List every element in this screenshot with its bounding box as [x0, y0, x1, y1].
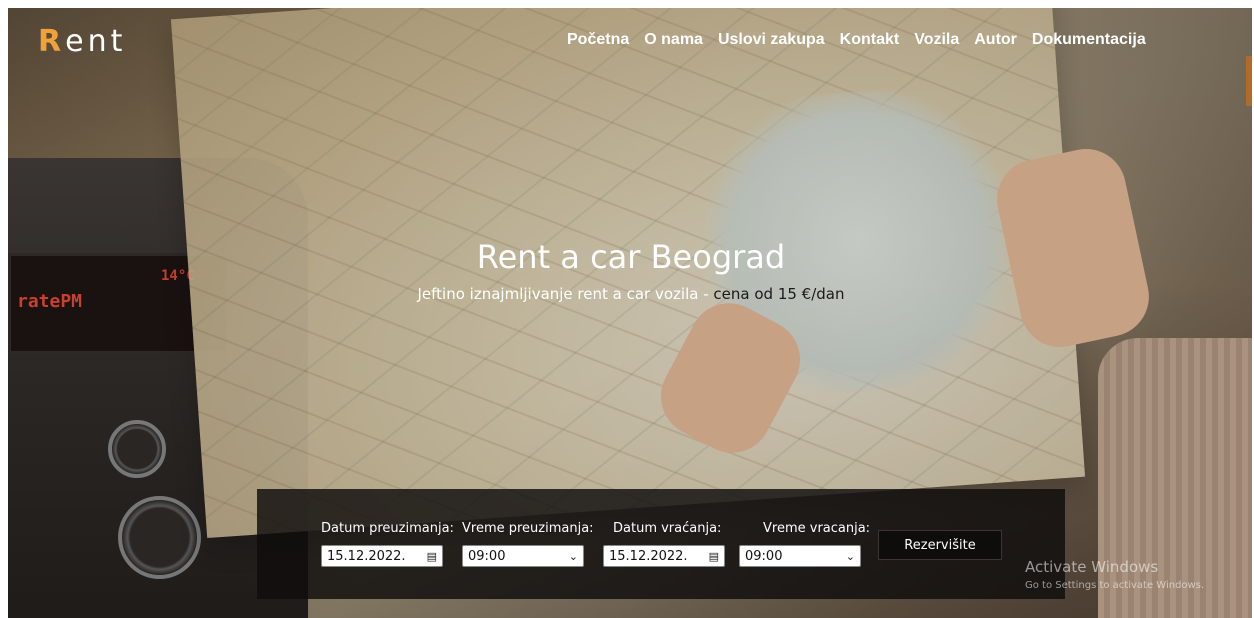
- nav-autor[interactable]: Autor: [974, 31, 1017, 49]
- return-time-value: 09:00: [745, 548, 783, 564]
- return-date-label: Datum vraćanja:: [613, 521, 722, 536]
- hero-price: cena od 15 €/dan: [713, 285, 845, 303]
- nav-o-nama[interactable]: O nama: [644, 31, 703, 49]
- pickup-time-label: Vreme preuzimanja:: [462, 521, 594, 536]
- hero-subtitle: Jeftino iznajmljivanje rent a car vozila…: [0, 285, 1254, 303]
- calendar-icon[interactable]: ▤: [709, 550, 719, 563]
- logo-text: ent: [65, 24, 127, 59]
- logo-initial: R: [38, 24, 66, 59]
- booking-form: Datum preuzimanja: 15.12.2022. ▤ Vreme p…: [257, 489, 1065, 599]
- pickup-time-value: 09:00: [468, 548, 506, 564]
- scroll-accent: [1246, 56, 1252, 106]
- dashboard-knob: [118, 496, 201, 579]
- return-time-label: Vreme vracanja:: [763, 521, 871, 536]
- nav-pocetna[interactable]: Početna: [567, 31, 629, 49]
- pickup-date-input[interactable]: 15.12.2022. ▤: [321, 545, 443, 567]
- chevron-down-icon: ⌄: [568, 549, 578, 563]
- pickup-date-value: 15.12.2022.: [327, 548, 406, 564]
- site-logo[interactable]: Rent: [38, 24, 126, 59]
- pickup-time-select[interactable]: 09:00 ⌄: [462, 545, 584, 567]
- sweater-sleeve-image: [1098, 338, 1252, 618]
- windows-activation-subtitle: Go to Settings to activate Windows.: [1025, 580, 1205, 591]
- return-time-group: Vreme vracanja: 09:00 ⌄: [739, 521, 870, 567]
- reserve-button[interactable]: Rezervišite: [878, 530, 1002, 560]
- windows-activation-title: Activate Windows: [1025, 558, 1159, 576]
- dashboard-knob: [108, 420, 166, 478]
- return-date-input[interactable]: 15.12.2022. ▤: [603, 545, 725, 567]
- hero-title: Rent a car Beograd: [476, 238, 786, 276]
- nav-dokumentacija[interactable]: Dokumentacija: [1032, 31, 1146, 49]
- pickup-time-group: Vreme preuzimanja: 09:00 ⌄: [462, 521, 594, 567]
- pickup-date-group: Datum preuzimanja: 15.12.2022. ▤: [321, 521, 454, 567]
- hero-subtitle-text: Jeftino iznajmljivanje rent a car vozila…: [417, 285, 714, 303]
- nav-vozila[interactable]: Vozila: [914, 31, 959, 49]
- pickup-date-label: Datum preuzimanja:: [321, 521, 454, 536]
- chevron-down-icon: ⌄: [845, 549, 855, 563]
- return-date-value: 15.12.2022.: [609, 548, 688, 564]
- main-nav: Početna O nama Uslovi zakupa Kontakt Voz…: [567, 31, 1161, 49]
- calendar-icon[interactable]: ▤: [427, 550, 437, 563]
- nav-uslovi-zakupa[interactable]: Uslovi zakupa: [718, 31, 825, 49]
- return-date-group: Datum vraćanja: 15.12.2022. ▤: [603, 521, 725, 567]
- nav-kontakt[interactable]: Kontakt: [840, 31, 900, 49]
- return-time-select[interactable]: 09:00 ⌄: [739, 545, 861, 567]
